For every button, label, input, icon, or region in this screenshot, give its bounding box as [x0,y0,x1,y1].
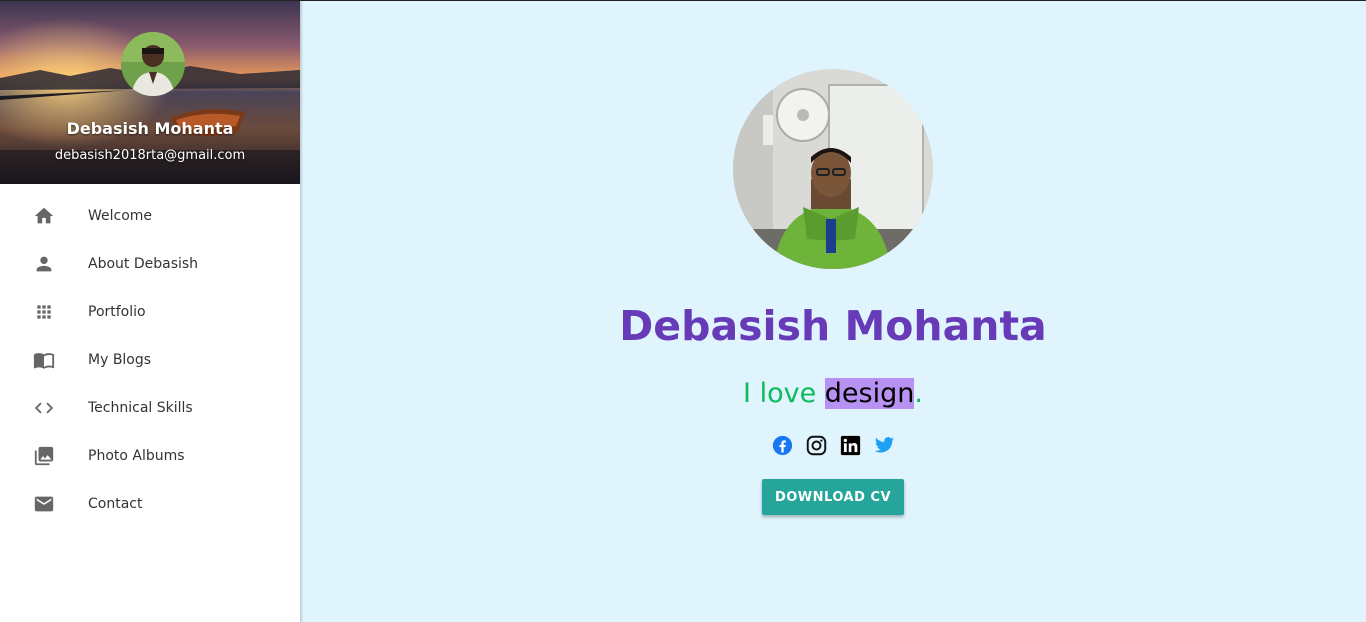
profile-photo [733,69,933,269]
home-icon [32,204,56,228]
tagline-typed-word: design [824,378,915,409]
sidebar-item-label: Welcome [88,208,153,224]
twitter-icon[interactable] [873,434,895,456]
sidebar-item-about[interactable]: About Debasish [0,240,300,288]
sidebar-item-label: Contact [88,496,143,512]
sidebar-item-label: My Blogs [88,352,152,368]
sidebar-item-albums[interactable]: Photo Albums [0,432,300,480]
main-content: Debasish Mohanta I love design. DOWNLOAD… [300,0,1366,622]
sidebar-item-contact[interactable]: Contact [0,480,300,528]
sidebar-item-portfolio[interactable]: Portfolio [0,288,300,336]
code-icon [32,396,56,420]
person-icon [32,252,56,276]
download-cv-button[interactable]: DOWNLOAD CV [762,479,904,515]
sidebar-item-label: Technical Skills [88,400,193,416]
apps-grid-icon [32,300,56,324]
facebook-icon[interactable] [771,434,793,456]
sidebar-item-blogs[interactable]: My Blogs [0,336,300,384]
sidebar-profile-name: Debasish Mohanta [66,119,234,138]
linkedin-icon[interactable] [839,434,861,456]
tagline-suffix: . [914,378,923,409]
sidebar-profile-header: Debasish Mohanta debasish2018rta@gmail.c… [0,0,300,184]
instagram-icon[interactable] [805,434,827,456]
social-links [300,434,1366,456]
tagline-prefix: I love [743,378,825,409]
sidebar: Debasish Mohanta debasish2018rta@gmail.c… [0,0,300,622]
sidebar-avatar[interactable] [121,32,185,96]
sidebar-nav: Welcome About Debasish Portfolio My Blog… [0,184,300,528]
sidebar-item-skills[interactable]: Technical Skills [0,384,300,432]
hero-name: Debasish Mohanta [619,302,1047,350]
top-border [0,0,1366,1]
tagline: I love design. [300,378,1366,409]
sidebar-item-label: Photo Albums [88,448,185,464]
sidebar-item-label: Portfolio [88,304,146,320]
photo-library-icon [32,444,56,468]
sidebar-profile-email: debasish2018rta@gmail.com [54,148,246,163]
book-icon [32,348,56,372]
sidebar-item-welcome[interactable]: Welcome [0,192,300,240]
mail-icon [32,492,56,516]
sidebar-item-label: About Debasish [88,256,199,272]
